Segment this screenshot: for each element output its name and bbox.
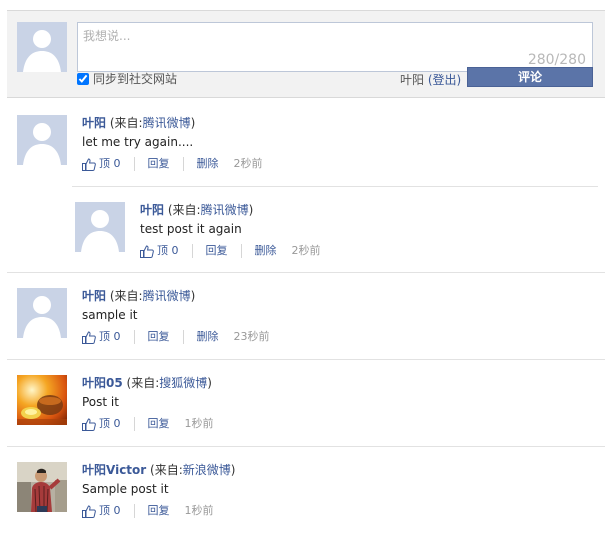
thumbs-up-icon — [82, 157, 96, 171]
comment-time: 23秒前 — [233, 330, 270, 343]
comment-actions: 顶 0 回复 1秒前 — [82, 504, 605, 518]
default-user-icon — [75, 202, 125, 252]
comment-input[interactable]: 我想说... 280/280 — [77, 22, 593, 72]
comment-item: 叶阳05 (来自:搜狐微博) Post it 顶 0 回复 1秒前 — [7, 359, 605, 446]
reply-button[interactable]: 回复 — [148, 504, 170, 518]
photo-person-avatar[interactable] — [17, 462, 67, 512]
source-prefix: (来自: — [167, 203, 201, 217]
source-suffix: ) — [207, 376, 212, 390]
action-divider — [133, 330, 135, 344]
comment-composer: 我想说... 280/280 同步到社交网站 叶阳 (登出) 评论 — [7, 10, 605, 98]
like-button[interactable]: 顶 0 — [82, 330, 121, 344]
comment-text: Post it — [82, 395, 119, 409]
action-divider — [240, 244, 242, 258]
comment-actions: 顶 0 回复 删除 2秒前 — [140, 244, 598, 258]
current-user-avatar — [17, 22, 67, 72]
like-label: 顶 0 — [99, 157, 121, 170]
default-user-icon — [17, 115, 67, 165]
comment-header: 叶阳Victor (来自:新浪微博) — [82, 462, 605, 478]
action-divider — [133, 157, 135, 171]
comment-source[interactable]: 腾讯微博 — [143, 289, 191, 303]
comment-item: 叶阳 (来自:腾讯微博) sample it 顶 0 回复 删除 23秒前 — [7, 272, 605, 359]
source-prefix: (来自: — [109, 289, 143, 303]
comment-source[interactable]: 腾讯微博 — [143, 116, 191, 130]
delete-button[interactable]: 删除 — [197, 330, 219, 344]
comment-username[interactable]: 叶阳 — [82, 289, 106, 303]
action-divider — [191, 244, 193, 258]
comment-time: 2秒前 — [233, 157, 263, 170]
comment-item: 叶阳Victor (来自:新浪微博) Sample post it 顶 0 回复… — [7, 446, 605, 546]
comment-text: Sample post it — [82, 482, 169, 496]
source-suffix: ) — [190, 116, 196, 130]
comment-actions: 顶 0 回复 1秒前 — [82, 417, 605, 431]
logged-in-username: 叶阳 — [400, 73, 425, 87]
photo-tea-avatar[interactable] — [17, 375, 67, 425]
comment-source[interactable]: 新浪微博 — [183, 463, 231, 477]
placeholder-avatar[interactable] — [17, 115, 67, 165]
like-label: 顶 0 — [157, 244, 179, 257]
default-user-icon — [17, 22, 67, 72]
comment-source[interactable]: 腾讯微博 — [201, 203, 249, 217]
delete-button[interactable]: 删除 — [197, 157, 219, 171]
comment-header: 叶阳 (来自:腾讯微博) — [140, 202, 598, 218]
comment-username[interactable]: 叶阳 — [140, 203, 164, 217]
comment-username[interactable]: 叶阳Victor — [82, 463, 146, 477]
comment-header: 叶阳05 (来自:搜狐微博) — [82, 375, 605, 391]
thumbs-up-icon — [82, 330, 96, 344]
comment-username[interactable]: 叶阳 — [82, 116, 106, 130]
comment-source[interactable]: 搜狐微博 — [159, 376, 207, 390]
thumbs-up-icon — [82, 417, 96, 431]
comment-header: 叶阳 (来自:腾讯微博) — [82, 115, 605, 131]
action-divider — [182, 330, 184, 344]
reply-item: 叶阳 (来自:腾讯微博) test post it again 顶 0 回复 删… — [72, 186, 598, 272]
like-label: 顶 0 — [99, 330, 121, 343]
like-button[interactable]: 顶 0 — [82, 157, 121, 171]
reply-button[interactable]: 回复 — [206, 244, 228, 258]
comment-text: sample it — [82, 308, 138, 322]
like-button[interactable]: 顶 0 — [140, 244, 179, 258]
comment-input-placeholder: 我想说... — [83, 29, 131, 43]
character-counter: 280/280 — [527, 52, 586, 68]
comment-text: let me try again.... — [82, 135, 194, 149]
comment-actions: 顶 0 回复 删除 23秒前 — [82, 330, 605, 344]
comment-actions: 顶 0 回复 删除 2秒前 — [82, 157, 605, 171]
like-button[interactable]: 顶 0 — [82, 417, 121, 431]
thumbs-up-icon — [82, 504, 96, 518]
tea-photo-icon — [17, 375, 67, 425]
logout-link[interactable]: (登出) — [428, 73, 461, 87]
comment-time: 2秒前 — [291, 244, 321, 257]
logged-in-user: 叶阳 (登出) — [400, 71, 461, 88]
comment-time: 1秒前 — [184, 417, 214, 430]
comment-header: 叶阳 (来自:腾讯微博) — [82, 288, 605, 304]
thumbs-up-icon — [140, 244, 154, 258]
comment-item: 叶阳 (来自:腾讯微博) let me try again.... 顶 0 回复… — [7, 100, 605, 186]
action-divider — [133, 417, 135, 431]
source-suffix: ) — [248, 203, 254, 217]
submit-comment-button[interactable]: 评论 — [467, 67, 593, 87]
default-user-icon — [17, 288, 67, 338]
source-prefix: (来自: — [126, 376, 160, 390]
source-prefix: (来自: — [150, 463, 183, 477]
comment-text: test post it again — [140, 222, 242, 236]
sync-social-label: 同步到社交网站 — [93, 72, 178, 86]
like-label: 顶 0 — [99, 504, 121, 517]
delete-button[interactable]: 删除 — [255, 244, 277, 258]
source-suffix: ) — [190, 289, 196, 303]
placeholder-avatar[interactable] — [17, 288, 67, 338]
reply-button[interactable]: 回复 — [148, 157, 170, 171]
source-suffix: ) — [230, 463, 236, 477]
like-label: 顶 0 — [99, 417, 121, 430]
person-photo-icon — [17, 462, 67, 512]
source-prefix: (来自: — [109, 116, 143, 130]
like-button[interactable]: 顶 0 — [82, 504, 121, 518]
sync-social-checkbox[interactable] — [77, 72, 89, 85]
sync-social-option[interactable]: 同步到社交网站 — [77, 70, 177, 87]
comment-username[interactable]: 叶阳05 — [82, 376, 123, 390]
placeholder-avatar[interactable] — [75, 202, 125, 252]
reply-button[interactable]: 回复 — [148, 330, 170, 344]
action-divider — [133, 504, 135, 518]
reply-button[interactable]: 回复 — [148, 417, 170, 431]
action-divider — [182, 157, 184, 171]
comment-time: 1秒前 — [184, 504, 214, 517]
